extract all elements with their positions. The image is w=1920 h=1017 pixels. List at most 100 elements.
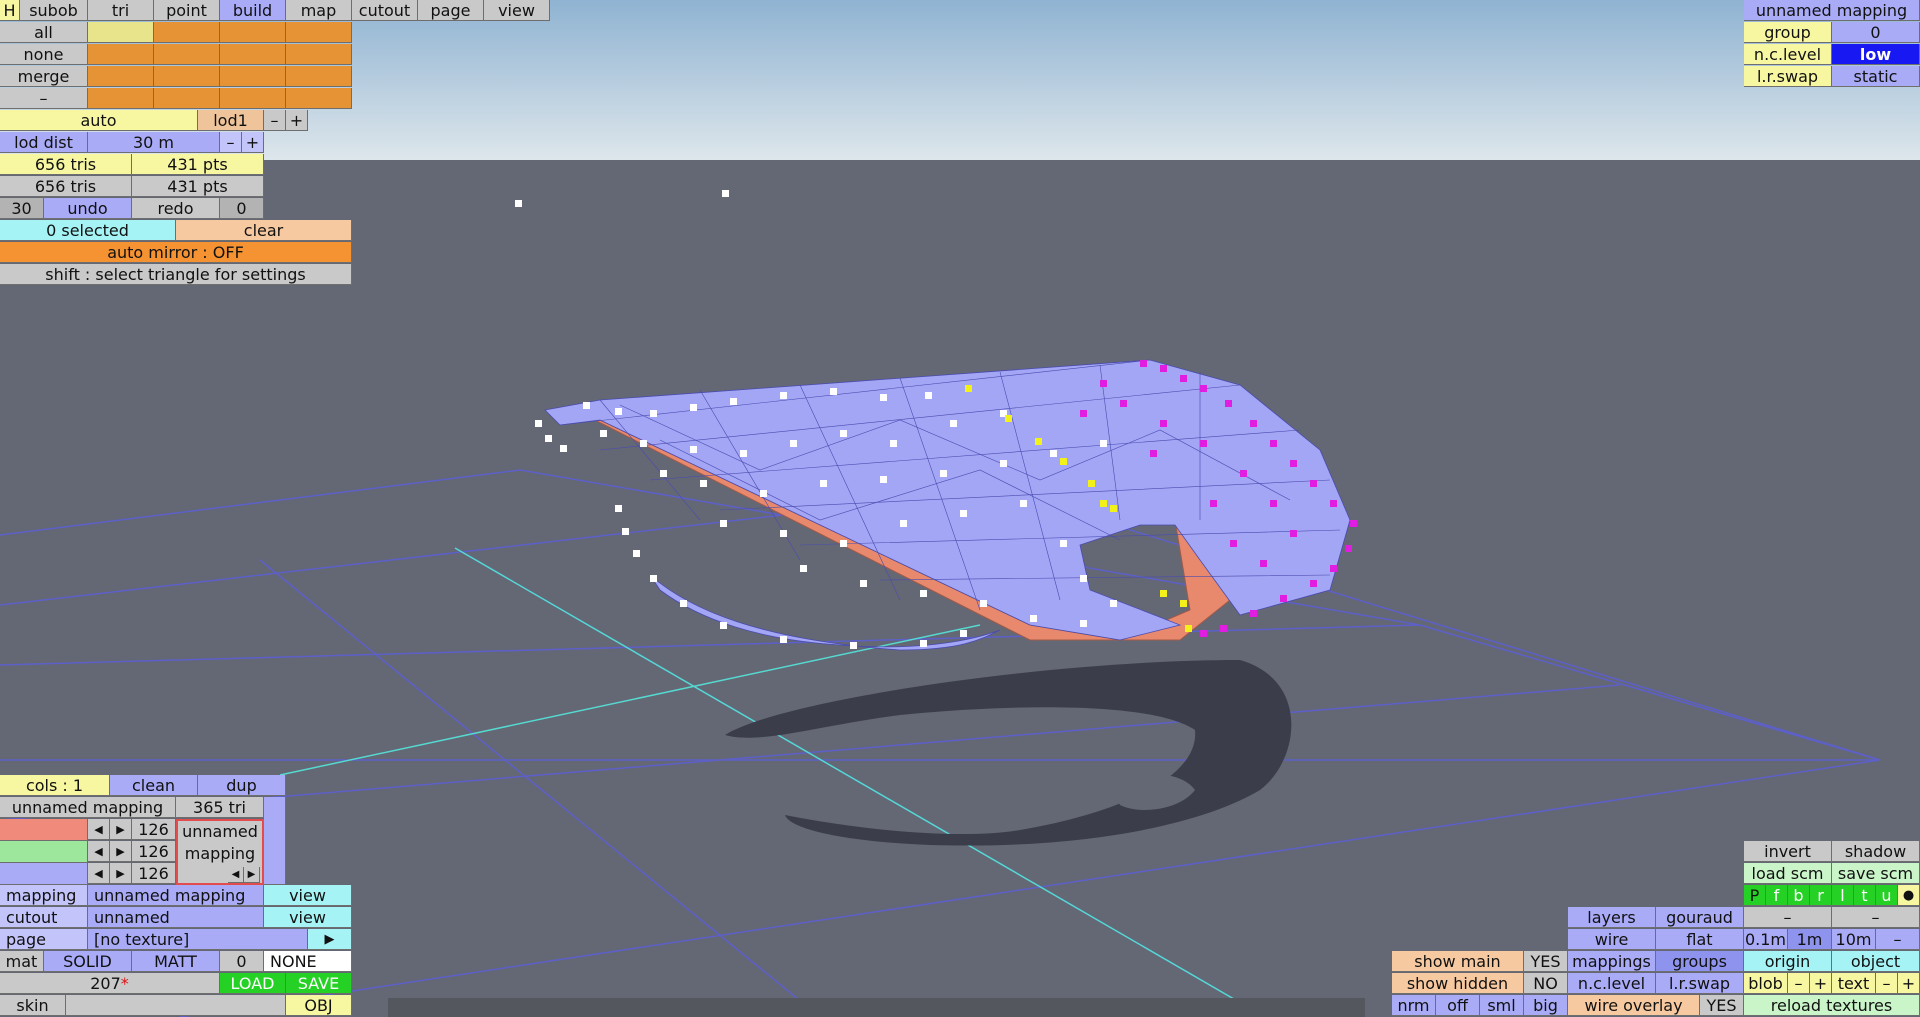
subob-remove-button[interactable]: –	[0, 88, 88, 109]
save-scm-button[interactable]: save scm	[1832, 863, 1920, 884]
view-toggle-p[interactable]: P	[1744, 885, 1766, 906]
menu-cutout[interactable]: cutout	[352, 0, 418, 21]
normals-big-button[interactable]: big	[1524, 995, 1568, 1016]
normals-sml-button[interactable]: sml	[1480, 995, 1524, 1016]
subob-slot[interactable]	[220, 88, 286, 109]
redo-button[interactable]: redo	[132, 198, 220, 219]
subob-slot[interactable]	[88, 66, 154, 87]
mapping-value[interactable]: unnamed mapping	[88, 885, 264, 906]
save-button[interactable]: SAVE	[286, 973, 352, 994]
menu-tri[interactable]: tri	[88, 0, 154, 21]
subob-slot[interactable]	[286, 44, 352, 65]
subob-slot[interactable]	[286, 22, 352, 43]
lod-auto-button[interactable]: auto	[0, 110, 198, 131]
load-scm-button[interactable]: load scm	[1744, 863, 1832, 884]
show-main-toggle[interactable]: YES	[1524, 951, 1568, 972]
view-toggle-t[interactable]: t	[1854, 885, 1876, 906]
groups-button[interactable]: groups	[1656, 951, 1744, 972]
menu-point[interactable]: point	[154, 0, 220, 21]
page-value[interactable]: [no texture]	[88, 929, 308, 950]
text-plus-button[interactable]: +	[1898, 973, 1920, 994]
merge-button[interactable]: merge	[0, 66, 88, 87]
lod-dist-value[interactable]: 30 m	[88, 132, 220, 153]
lrswap-button[interactable]: l.r.swap	[1656, 973, 1744, 994]
lrswap-value[interactable]: static	[1832, 66, 1920, 87]
load-button[interactable]: LOAD	[220, 973, 286, 994]
green-channel-bar[interactable]	[0, 841, 88, 863]
subob-slot[interactable]	[154, 44, 220, 65]
subob-slot[interactable]	[220, 44, 286, 65]
menu-page[interactable]: page	[418, 0, 484, 21]
red-decrease-button[interactable]: ◀	[88, 819, 110, 840]
blob-minus-button[interactable]: –	[1788, 973, 1810, 994]
blue-channel-bar[interactable]	[0, 863, 88, 885]
obj-button[interactable]: OBJ	[286, 995, 352, 1016]
object-button[interactable]: object	[1832, 951, 1920, 972]
green-increase-button[interactable]: ▶	[110, 841, 132, 862]
shadow-button[interactable]: shadow	[1832, 841, 1920, 862]
grid-step-10m[interactable]: 10m	[1832, 929, 1876, 950]
subob-slot[interactable]	[154, 22, 220, 43]
subob-slot[interactable]	[220, 66, 286, 87]
text-minus-button[interactable]: –	[1876, 973, 1898, 994]
subob-slot[interactable]	[88, 88, 154, 109]
lod-level[interactable]: lod1	[198, 110, 264, 131]
mappings-button[interactable]: mappings	[1568, 951, 1656, 972]
grid-step-minus[interactable]: –	[1876, 929, 1920, 950]
view-toggle-r[interactable]: r	[1810, 885, 1832, 906]
normals-nrm-button[interactable]: nrm	[1392, 995, 1436, 1016]
view-toggle-b[interactable]: b	[1788, 885, 1810, 906]
invert-button[interactable]: invert	[1744, 841, 1832, 862]
mat-solid-button[interactable]: SOLID	[44, 951, 132, 972]
subob-slot[interactable]	[286, 88, 352, 109]
undo-button[interactable]: undo	[44, 198, 132, 219]
cols-count[interactable]: cols : 1	[0, 775, 110, 796]
subob-slot[interactable]	[286, 66, 352, 87]
subob-slot[interactable]	[154, 88, 220, 109]
blob-plus-button[interactable]: +	[1810, 973, 1832, 994]
view-toggle-l[interactable]: l	[1832, 885, 1854, 906]
auto-mirror-toggle[interactable]: auto mirror : OFF	[0, 242, 352, 263]
preview-next-button[interactable]: ▶	[244, 867, 260, 883]
green-decrease-button[interactable]: ◀	[88, 841, 110, 862]
menu-h[interactable]: H	[0, 0, 20, 21]
skin-value[interactable]	[66, 995, 286, 1016]
menu-build[interactable]: build	[220, 0, 286, 21]
subob-slot[interactable]	[88, 44, 154, 65]
lod-plus-button[interactable]: +	[286, 110, 308, 131]
menu-subob[interactable]: subob	[20, 0, 88, 21]
mapping-title[interactable]: unnamed mapping	[1744, 0, 1920, 21]
mapping-name[interactable]: unnamed mapping	[0, 797, 176, 818]
subob-slot[interactable]	[154, 66, 220, 87]
3d-viewport[interactable]	[0, 0, 1920, 1017]
menu-view[interactable]: view	[484, 0, 550, 21]
nclevel-button[interactable]: n.c.level	[1568, 973, 1656, 994]
menu-map[interactable]: map	[286, 0, 352, 21]
lod-dist-minus-button[interactable]: –	[220, 132, 242, 153]
flat-button[interactable]: flat	[1656, 929, 1744, 950]
page-play-icon[interactable]: ▶	[308, 929, 352, 950]
clear-selection-button[interactable]: clear	[176, 220, 352, 241]
lod-minus-button[interactable]: –	[264, 110, 286, 131]
cutout-view-button[interactable]: view	[264, 907, 352, 928]
dot-icon[interactable]: ●	[1898, 885, 1920, 906]
nclevel-value[interactable]: low	[1832, 44, 1920, 65]
clean-button[interactable]: clean	[110, 775, 198, 796]
group-value[interactable]: 0	[1832, 22, 1920, 43]
normals-off-button[interactable]: off	[1436, 995, 1480, 1016]
grid-step-0-1m[interactable]: 0.1m	[1744, 929, 1788, 950]
view-toggle-f[interactable]: f	[1766, 885, 1788, 906]
mapping-scrollbar[interactable]	[264, 797, 286, 885]
red-increase-button[interactable]: ▶	[110, 819, 132, 840]
mapping-view-button[interactable]: view	[264, 885, 352, 906]
red-channel-bar[interactable]	[0, 819, 88, 841]
cutout-value[interactable]: unnamed	[88, 907, 264, 928]
lod-dist-plus-button[interactable]: +	[242, 132, 264, 153]
dup-button[interactable]: dup	[198, 775, 286, 796]
view-toggle-u[interactable]: u	[1876, 885, 1898, 906]
origin-button[interactable]: origin	[1744, 951, 1832, 972]
reload-textures-button[interactable]: reload textures	[1744, 995, 1920, 1016]
wire-overlay-toggle[interactable]: YES	[1700, 995, 1744, 1016]
mat-none-field[interactable]: NONE	[264, 951, 352, 972]
blue-increase-button[interactable]: ▶	[110, 863, 132, 884]
